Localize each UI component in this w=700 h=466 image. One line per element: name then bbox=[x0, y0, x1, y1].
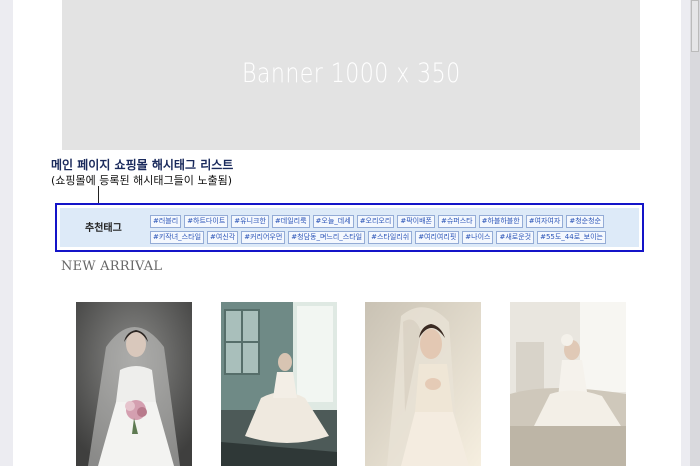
hashtag-panel: 추천태그 #러블리 #하트다이트 #유니크한 #데일리룩 #오늘_데세 #오리오… bbox=[60, 208, 639, 247]
hashtag-link[interactable]: #유니크한 bbox=[231, 215, 269, 228]
product-image-bride-window-room[interactable] bbox=[221, 302, 337, 466]
hashtag-link[interactable]: #스타일리쉬 bbox=[368, 231, 413, 244]
hashtag-link[interactable]: #키작녀_스타일 bbox=[150, 231, 205, 244]
banner-placeholder-text: Banner 1000 x 350 bbox=[241, 58, 461, 89]
annotation-title: 메인 페이지 쇼핑몰 해시태그 리스트 bbox=[51, 158, 234, 172]
product-image-bride-bouquet[interactable] bbox=[76, 302, 192, 466]
hashtag-link[interactable]: #오리오리 bbox=[356, 215, 395, 228]
vertical-scrollbar[interactable] bbox=[690, 0, 700, 466]
hashtag-link[interactable]: #하트다이트 bbox=[184, 215, 229, 228]
product-image-bride-veil-closeup[interactable] bbox=[365, 302, 481, 466]
hashtag-link[interactable]: #커리어우먼 bbox=[241, 231, 286, 244]
main-banner[interactable]: Banner 1000 x 350 bbox=[62, 0, 640, 150]
hashtag-link[interactable]: #나이스 bbox=[462, 231, 494, 244]
hashtag-link[interactable]: #러블리 bbox=[150, 215, 182, 228]
recommended-tags-label: 추천태그 bbox=[85, 223, 122, 234]
hashtag-link[interactable]: #데일리룩 bbox=[271, 215, 310, 228]
hashtag-list: #러블리 #하트다이트 #유니크한 #데일리룩 #오늘_데세 #오리오리 #팍이… bbox=[150, 215, 620, 244]
hashtag-link[interactable]: #오늘_데세 bbox=[312, 215, 354, 228]
scrollbar-thumb[interactable] bbox=[691, 0, 699, 52]
hashtag-link[interactable]: #청담동_며느리_스타일 bbox=[288, 231, 366, 244]
hashtag-link[interactable]: #하블하블한 bbox=[478, 215, 523, 228]
hashtag-link[interactable]: #새로운것 bbox=[496, 231, 535, 244]
hashtag-link[interactable]: #팍이배폰 bbox=[397, 215, 435, 228]
product-image-bride-sofa[interactable] bbox=[510, 302, 626, 466]
hashtag-link[interactable]: #슈퍼스타 bbox=[437, 215, 476, 228]
new-arrival-heading: NEW ARRIVAL bbox=[61, 259, 163, 274]
annotation-subtitle: (쇼핑몰에 등록된 해시태그들이 노출됨) bbox=[51, 174, 232, 187]
hashtag-link[interactable]: #여자여자 bbox=[525, 215, 564, 228]
hashtag-link[interactable]: #청순청순 bbox=[566, 215, 604, 228]
hashtag-link[interactable]: #55도_44로_보이는 bbox=[537, 231, 606, 244]
hashtag-highlight-box: 추천태그 #러블리 #하트다이트 #유니크한 #데일리룩 #오늘_데세 #오리오… bbox=[55, 203, 644, 252]
hashtag-link[interactable]: #여리여리핏 bbox=[415, 231, 460, 244]
annotation-pointer-line bbox=[98, 186, 99, 203]
hashtag-link[interactable]: #여신각 bbox=[207, 231, 239, 244]
